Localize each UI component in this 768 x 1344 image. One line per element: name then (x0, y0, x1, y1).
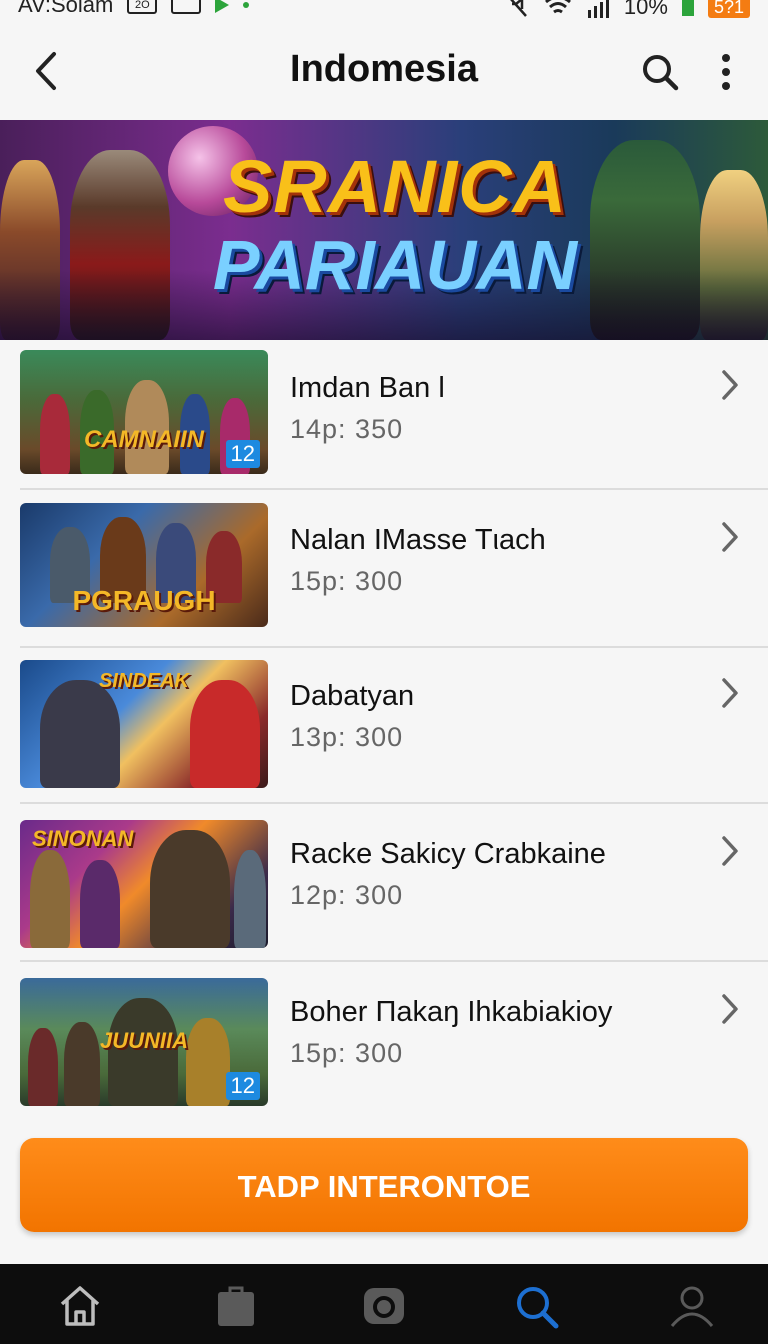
status-time: AV:Solam (18, 0, 114, 17)
game-meta: 15p: 300 (290, 1038, 404, 1068)
game-name: Boher Πakaŋ Ihkabiakioy (290, 996, 613, 1028)
primary-cta-button[interactable]: TADP INTERONTOE (20, 1138, 748, 1232)
chevron-right-icon (722, 994, 738, 1024)
search-icon[interactable] (512, 1282, 560, 1330)
status-right: 10% 5?1 (506, 0, 750, 20)
divider (20, 802, 768, 804)
mute-icon (510, 0, 527, 17)
list-item[interactable]: SINONAN Racke Sakicy Crabkaine 12p: 300 (0, 806, 768, 962)
game-meta: 15p: 300 (290, 566, 404, 596)
play-store-icon (215, 0, 230, 13)
thumb-figure (40, 680, 120, 788)
thumb-title: JUUNIIA (99, 1028, 188, 1053)
bottom-nav (0, 1264, 768, 1344)
thumb-title: PGRAUGH (72, 585, 216, 616)
chevron-right-icon (722, 678, 738, 708)
more-options-icon[interactable] (714, 52, 738, 92)
thumb-figure (80, 860, 120, 948)
list-item[interactable]: CAMNAIIN 12 Imdan Ban l 14p: 350 (0, 340, 768, 490)
chevron-right-icon (722, 370, 738, 400)
banner-title: SRANICA PARIAUAN (200, 145, 590, 305)
thumb-figure (234, 850, 266, 948)
game-thumbnail: CAMNAIIN 12 (20, 350, 268, 474)
status-bar: AV:Solam 2O 10% 5?1 (0, 0, 768, 22)
game-thumbnail: SINONAN (20, 820, 268, 948)
game-thumbnail: SINDEAK (20, 660, 268, 788)
thumb-title: SINONAN (32, 826, 134, 851)
chevron-right-icon (722, 522, 738, 552)
thumb-title: SINDEAK (98, 670, 189, 692)
status-box-icon: 2O (127, 0, 158, 14)
game-meta: 14p: 350 (290, 414, 404, 444)
game-thumbnail: JUUNIIA 12 (20, 978, 268, 1106)
signal-icon (587, 0, 609, 18)
chevron-right-icon (722, 836, 738, 866)
game-name: Imdan Ban l (290, 372, 445, 404)
game-meta: 13p: 300 (290, 722, 404, 752)
notification-dot-icon (243, 2, 250, 8)
camera-icon[interactable] (360, 1282, 408, 1330)
list-item[interactable]: PGRAUGH Nalan IMasse Tιach 15p: 300 (0, 492, 768, 648)
home-icon[interactable] (56, 1282, 104, 1330)
status-left: AV:Solam 2O (18, 0, 250, 18)
thumb-badge: 12 (225, 1072, 260, 1100)
shop-bag-icon[interactable] (212, 1282, 260, 1330)
thumb-badge: 12 (225, 440, 260, 468)
thumb-figure (190, 680, 260, 788)
game-thumbnail: PGRAUGH (20, 503, 268, 627)
list-item[interactable]: SINDEAK Dabatyan 13p: 300 (0, 648, 768, 804)
game-name: Racke Sakicy Crabkaine (290, 838, 606, 870)
game-meta: 12p: 300 (290, 880, 404, 910)
status-badge: 5?1 (707, 0, 750, 18)
divider (20, 488, 768, 490)
search-icon[interactable] (640, 52, 680, 92)
banner-title-line1: SRANICA (222, 145, 568, 228)
banner-title-line2: PARIAUAN (212, 226, 578, 304)
game-name: Nalan IMasse Tιach (290, 524, 546, 556)
list-item[interactable]: JUUNIIA 12 Boher Πakaŋ Ihkabiakioy 15p: … (0, 964, 768, 1120)
top-app-bar: Indomesia (0, 22, 768, 120)
game-name: Dabatyan (290, 680, 415, 712)
status-sim-icon (171, 0, 202, 14)
profile-icon[interactable] (668, 1282, 716, 1330)
featured-banner[interactable]: SRANICA PARIAUAN (0, 120, 768, 340)
wifi-icon (544, 0, 571, 14)
thumb-figure (30, 850, 70, 948)
battery-percent: 10% (623, 0, 668, 19)
battery-icon (681, 0, 694, 16)
divider (20, 960, 768, 962)
